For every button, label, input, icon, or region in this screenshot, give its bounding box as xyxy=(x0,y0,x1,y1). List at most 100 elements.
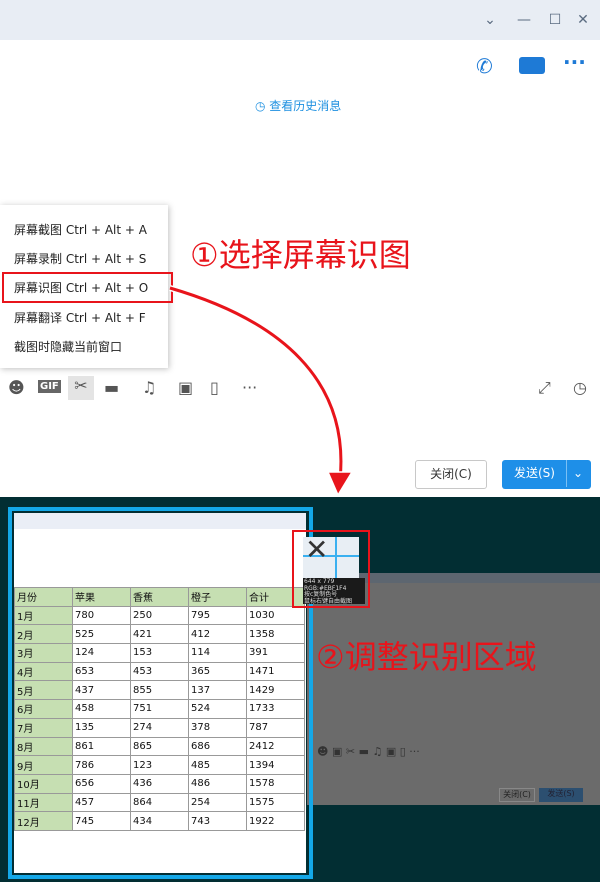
table-cell: 786 xyxy=(72,755,131,775)
table-cell: 751 xyxy=(130,699,189,719)
send-button[interactable]: 发送(S) ⌄ xyxy=(502,460,591,489)
table-cell: 656 xyxy=(72,773,131,794)
table-cell: 653 xyxy=(72,661,131,682)
table-row: 8月 861 865 686 2412 xyxy=(14,736,305,757)
table-cell: 855 xyxy=(130,680,189,701)
table-cell: 2月 xyxy=(14,624,73,645)
table-cell: 137 xyxy=(188,680,247,701)
folder-icon[interactable]: ▬ xyxy=(104,378,119,397)
table-cell: 524 xyxy=(188,699,247,719)
table-cell: 434 xyxy=(130,811,189,831)
table-cell: 458 xyxy=(72,699,131,719)
more-tools-icon[interactable]: ··· xyxy=(242,378,257,397)
table-cell: 7月 xyxy=(14,717,73,738)
table-cell: 391 xyxy=(246,643,305,663)
close-button[interactable]: ✕ xyxy=(573,10,593,30)
step1-annotation: ①选择屏幕识图 xyxy=(190,236,411,274)
table-cell: 1578 xyxy=(246,773,305,794)
table-cell: 412 xyxy=(188,624,247,645)
table-row: 6月 458 751 524 1733 xyxy=(14,699,305,719)
menu-item-record[interactable]: 屏幕录制 Ctrl + Alt + S xyxy=(14,250,146,267)
video-call-icon[interactable] xyxy=(519,57,545,74)
table-cell: 421 xyxy=(130,624,189,645)
menu-item-hide-window[interactable]: 截图时隐藏当前窗口 xyxy=(14,338,122,355)
table-row: 10月 656 436 486 1578 xyxy=(14,773,305,794)
mini-close-button: 关闭(C) xyxy=(499,788,535,802)
table-cell: 1575 xyxy=(246,792,305,813)
history-link[interactable]: ◷ 查看历史消息 xyxy=(255,97,341,114)
table-cell: 686 xyxy=(188,736,247,757)
table-cell: 1030 xyxy=(246,605,305,626)
emoji-icon[interactable]: ☻ xyxy=(8,378,25,397)
scissors-icon[interactable]: ✂ xyxy=(68,376,94,400)
th: 香蕉 xyxy=(130,587,189,607)
image-icon[interactable]: ▣ xyxy=(178,378,193,397)
maximize-button[interactable]: ☐ xyxy=(545,10,565,30)
table-cell: 2412 xyxy=(246,736,305,757)
more-icon[interactable]: ··· xyxy=(563,50,586,74)
highlight-box xyxy=(2,272,173,303)
table-cell: 5月 xyxy=(14,680,73,701)
table-cell: 6月 xyxy=(14,699,73,719)
table-cell: 4月 xyxy=(14,661,73,682)
table-cell: 1429 xyxy=(246,680,305,701)
table-cell: 250 xyxy=(130,605,189,626)
step2-annotation: ②调整识别区域 xyxy=(316,638,537,676)
table-cell: 864 xyxy=(130,792,189,813)
table-cell: 787 xyxy=(246,717,305,738)
music-icon[interactable]: ♫ xyxy=(142,378,156,397)
table-cell: 457 xyxy=(72,792,131,813)
table-cell: 525 xyxy=(72,624,131,645)
table-cell: 1358 xyxy=(246,624,305,645)
expand-icon[interactable]: ⤢ xyxy=(538,378,551,398)
table-cell: 437 xyxy=(72,680,131,701)
table-cell: 1733 xyxy=(246,699,305,719)
table-cell: 453 xyxy=(130,661,189,682)
table-cell: 795 xyxy=(188,605,247,626)
table-row: 9月 786 123 485 1394 xyxy=(14,755,305,775)
table-cell: 378 xyxy=(188,717,247,738)
minimize-button[interactable]: — xyxy=(514,10,534,30)
table-cell: 3月 xyxy=(14,643,73,663)
magnifier-highlight xyxy=(292,530,370,608)
table-cell: 1471 xyxy=(246,661,305,682)
table-cell: 743 xyxy=(188,811,247,831)
table-cell: 10月 xyxy=(14,773,73,794)
table-cell: 124 xyxy=(72,643,131,663)
table-cell: 780 xyxy=(72,605,131,626)
table-cell: 1月 xyxy=(14,605,73,626)
table-cell: 254 xyxy=(188,792,247,813)
table-row: 4月 653 453 365 1471 xyxy=(14,661,305,682)
table-row: 5月 437 855 137 1429 xyxy=(14,680,305,701)
table-cell: 1922 xyxy=(246,811,305,831)
menu-item-translate[interactable]: 屏幕翻译 Ctrl + Alt + F xyxy=(14,309,146,326)
chevron-down-icon[interactable]: ⌄ xyxy=(480,10,500,30)
close-chat-button[interactable]: 关闭(C) xyxy=(415,460,487,489)
th: 苹果 xyxy=(72,587,131,607)
send-options-chevron-icon[interactable]: ⌄ xyxy=(566,460,583,487)
th: 橙子 xyxy=(188,587,247,607)
mini-send-button: 发送(S) xyxy=(539,788,583,802)
table-row: 11月 457 864 254 1575 xyxy=(14,792,305,813)
data-table: 月份 苹果 香蕉 橙子 合计 1月 780 250 795 1030 2月 525 421 412 135… xyxy=(14,587,305,831)
table-row: 12月 745 434 743 1922 xyxy=(14,811,305,831)
clock-icon: ◷ xyxy=(255,99,270,113)
table-cell: 135 xyxy=(72,717,131,738)
shake-icon[interactable]: ▯ xyxy=(210,378,219,397)
table-cell: 9月 xyxy=(14,755,73,775)
table-row: 3月 124 153 114 391 xyxy=(14,643,305,663)
table-cell: 153 xyxy=(130,643,189,663)
title-bar: ⌄ — ☐ ✕ xyxy=(0,0,600,40)
menu-item-screenshot[interactable]: 屏幕截图 Ctrl + Alt + A xyxy=(14,221,147,238)
table-cell: 745 xyxy=(72,811,131,831)
history-clock-icon[interactable]: ◷ xyxy=(573,378,587,397)
phone-icon[interactable]: ✆ xyxy=(476,54,493,78)
th: 月份 xyxy=(14,587,73,607)
table-row: 2月 525 421 412 1358 xyxy=(14,624,305,645)
table-cell: 486 xyxy=(188,773,247,794)
table-cell: 274 xyxy=(130,717,189,738)
table-cell: 1394 xyxy=(246,755,305,775)
table-cell: 12月 xyxy=(14,811,73,831)
table-cell: 114 xyxy=(188,643,247,663)
gif-icon[interactable]: GIF xyxy=(38,380,61,393)
